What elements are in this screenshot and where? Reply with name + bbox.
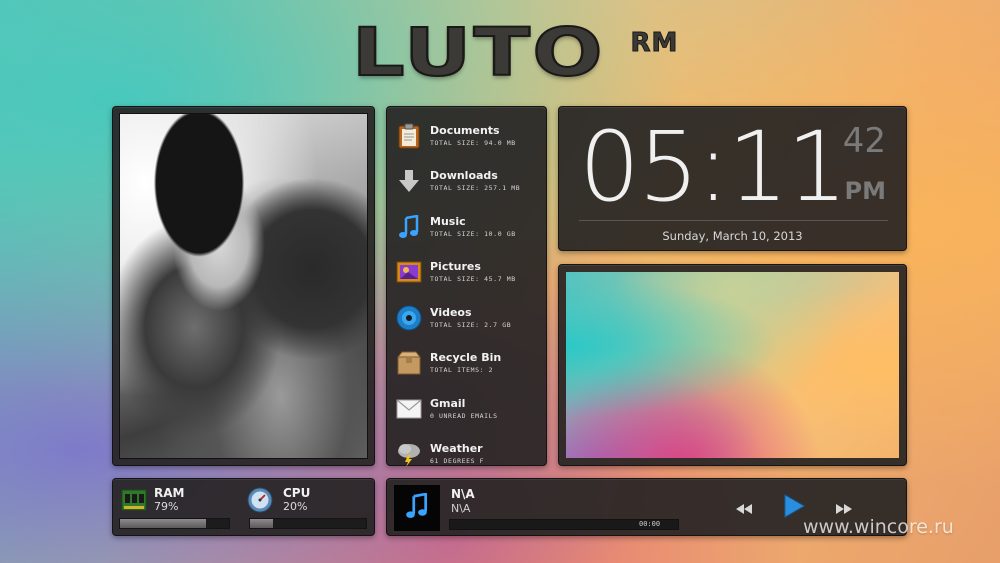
shortcut-label: Music — [430, 214, 466, 228]
disc-icon — [395, 304, 423, 332]
track-title: N\A — [451, 487, 475, 501]
clock-panel: 05:11 42 PM Sunday, March 10, 2013 — [558, 106, 907, 251]
clock-seconds: 42 — [842, 121, 886, 161]
luto-logo: LUTO RM — [351, 14, 679, 91]
shortcut-weather[interactable]: Weather 61 degrees F — [387, 432, 546, 478]
shortcut-downloads[interactable]: Downloads Total size: 257.1 MB — [387, 159, 546, 205]
watermark: www.wincore.ru — [803, 516, 954, 538]
shortcut-detail: Total size: 45.7 MB — [430, 275, 516, 284]
playback-time: 00:00 — [639, 520, 661, 528]
system-monitor-panel: RAM 79% CPU 20% — [112, 478, 375, 536]
shortcut-documents[interactable]: Documents Total size: 94.0 MB — [387, 113, 546, 159]
ram-usage-bar — [119, 518, 230, 529]
wallpaper-preview-panel — [558, 264, 907, 466]
box-icon — [395, 349, 423, 377]
wallpaper-preview — [566, 272, 899, 458]
shortcut-detail: Total size: 2.7 GB — [430, 320, 512, 329]
play-icon — [783, 494, 805, 522]
shortcut-label: Weather — [430, 442, 483, 456]
folder-shortcuts-panel: Documents Total size: 94.0 MB Downloads … — [386, 106, 547, 468]
album-art — [394, 485, 440, 531]
shortcut-detail: 61 degrees F — [430, 457, 485, 466]
ram-label: RAM — [154, 486, 185, 500]
picture-frame-icon — [395, 258, 423, 286]
clock-time: 05:11 — [579, 111, 848, 223]
cpu-usage-fill — [250, 519, 274, 528]
shortcut-detail: 0 unread emails — [430, 411, 498, 420]
photo-frame — [112, 106, 375, 466]
shortcut-detail: Total items: 2 — [430, 366, 494, 375]
cpu-value: 20% — [283, 500, 308, 513]
shortcut-gmail[interactable]: Gmail 0 unread emails — [387, 386, 546, 432]
music-note-icon — [395, 213, 423, 241]
shortcut-label: Documents — [430, 123, 500, 137]
rewind-icon — [736, 499, 752, 518]
clock-date: Sunday, March 10, 2013 — [662, 229, 803, 243]
storm-cloud-icon — [395, 440, 423, 468]
shortcut-pictures[interactable]: Pictures Total size: 45.7 MB — [387, 250, 546, 296]
clock-divider — [579, 220, 888, 221]
ram-value: 79% — [154, 500, 179, 513]
music-note-icon — [405, 492, 429, 523]
cpu-label: CPU — [283, 486, 311, 500]
shortcut-detail: Total size: 10.0 GB — [430, 229, 516, 238]
shortcut-detail: Total size: 257.1 MB — [430, 184, 521, 193]
logo-main-text: LUTO — [351, 14, 606, 91]
shortcut-videos[interactable]: Videos Total size: 2.7 GB — [387, 295, 546, 341]
clipboard-icon — [395, 122, 423, 150]
clock-ampm: PM — [844, 177, 886, 205]
track-artist: N\A — [451, 502, 471, 515]
envelope-icon — [395, 395, 423, 423]
shortcut-music[interactable]: Music Total size: 10.0 GB — [387, 204, 546, 250]
shortcut-label: Pictures — [430, 260, 481, 274]
fast-forward-icon — [836, 499, 852, 518]
shortcut-label: Gmail — [430, 396, 466, 410]
photo-image — [119, 113, 368, 459]
previous-track-button[interactable] — [733, 497, 755, 519]
gauge-icon — [247, 487, 273, 513]
shortcut-label: Videos — [430, 305, 472, 319]
logo-superscript: RM — [630, 28, 679, 58]
cpu-usage-bar — [249, 518, 367, 529]
download-arrow-icon — [395, 167, 423, 195]
shortcut-detail: Total size: 94.0 MB — [430, 138, 516, 147]
shortcut-label: Downloads — [430, 169, 498, 183]
shortcut-recycle-bin[interactable]: Recycle Bin Total items: 2 — [387, 341, 546, 387]
ram-usage-fill — [120, 519, 207, 528]
shortcut-label: Recycle Bin — [430, 351, 502, 365]
ram-chip-icon — [121, 487, 147, 513]
